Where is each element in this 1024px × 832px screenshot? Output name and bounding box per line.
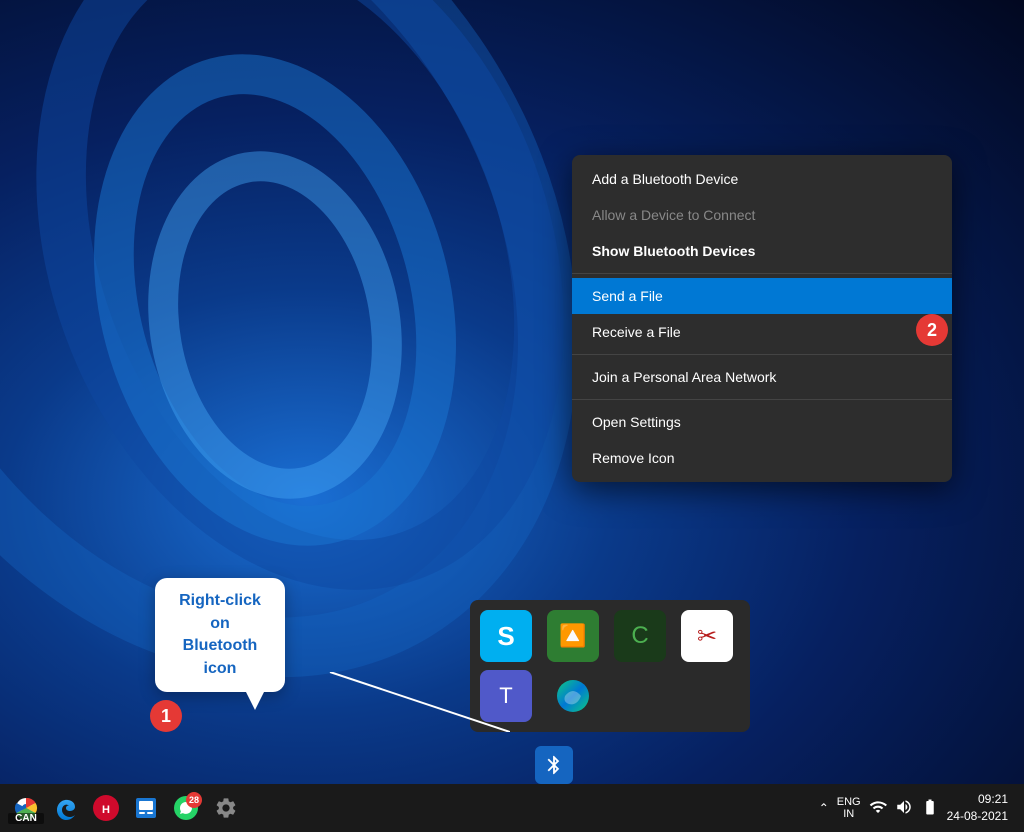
taskbar-snipping[interactable] — [128, 790, 164, 826]
menu-receive-file[interactable]: Receive a File — [572, 314, 952, 350]
taskbar-chrome[interactable]: CAN — [8, 790, 44, 826]
teams-tray-icon[interactable]: T — [480, 670, 532, 722]
tooltip-line3: Bluetooth — [183, 637, 258, 654]
wifi-icon[interactable] — [869, 798, 887, 819]
menu-divider — [572, 273, 952, 274]
menu-add-bluetooth[interactable]: Add a Bluetooth Device — [572, 161, 952, 197]
tooltip-line1: Right-click — [179, 592, 261, 609]
tooltip-line4: icon — [204, 660, 237, 677]
instruction-tooltip: Right-click on Bluetooth icon — [155, 578, 285, 692]
language-indicator[interactable]: ENG IN — [837, 796, 861, 820]
bluetooth-context-menu: Add a Bluetooth Device Allow a Device to… — [572, 155, 952, 482]
can-label: CAN — [8, 813, 44, 824]
bluetooth-taskbar-icon[interactable] — [535, 746, 573, 784]
taskbar-whatsapp[interactable]: 28 — [168, 790, 204, 826]
time-display: 09:21 — [978, 791, 1008, 808]
battery-icon[interactable] — [921, 798, 939, 819]
app3-tray-icon[interactable]: C — [614, 610, 666, 662]
badge-1-circle: 1 — [150, 700, 182, 732]
app2-tray-icon[interactable]: 🔼 — [547, 610, 599, 662]
menu-divider3 — [572, 399, 952, 400]
skype-tray-icon[interactable]: S — [480, 610, 532, 662]
menu-open-settings[interactable]: Open Settings — [572, 404, 952, 440]
date-display: 24-08-2021 — [947, 808, 1008, 825]
svg-text:H: H — [102, 804, 110, 816]
taskbar-left: CAN H — [8, 790, 819, 826]
datetime[interactable]: 09:21 24-08-2021 — [947, 791, 1008, 825]
edge-tray-icon[interactable] — [547, 670, 599, 722]
badge-2-circle: 2 — [916, 314, 948, 346]
volume-icon[interactable] — [895, 798, 913, 819]
tooltip-line2: on — [210, 615, 230, 632]
menu-allow-connect: Allow a Device to Connect — [572, 197, 952, 233]
menu-send-file[interactable]: Send a File — [572, 278, 952, 314]
menu-show-bluetooth[interactable]: Show Bluetooth Devices — [572, 233, 952, 269]
taskbar-huawei[interactable]: H — [88, 790, 124, 826]
taskbar-edge[interactable] — [48, 790, 84, 826]
menu-remove-icon[interactable]: Remove Icon — [572, 440, 952, 476]
step-badge-2: 2 — [916, 314, 948, 346]
taskbar-right: ⌃ ENG IN 09:21 24-08-2021 — [819, 791, 1016, 825]
app4-tray-icon[interactable]: ✂ — [681, 610, 733, 662]
menu-join-network[interactable]: Join a Personal Area Network — [572, 359, 952, 395]
lang-text: ENG — [837, 796, 861, 808]
show-hidden-icons[interactable]: ⌃ — [819, 801, 829, 815]
taskbar: CAN H — [0, 784, 1024, 832]
region-text: IN — [843, 808, 854, 820]
step-badge-1: 1 — [150, 700, 182, 732]
taskbar-settings[interactable] — [208, 790, 244, 826]
menu-divider2 — [572, 354, 952, 355]
systray-popup: S 🔼 C ✂ T — [470, 600, 750, 732]
whatsapp-badge: 28 — [186, 792, 202, 808]
